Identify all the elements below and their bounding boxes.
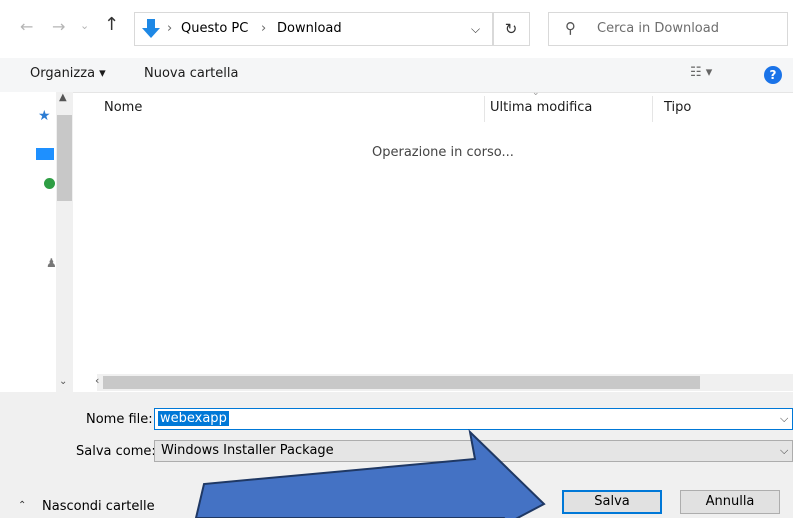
chevron-down-icon[interactable]: ⌵ xyxy=(780,412,788,426)
loading-status: Operazione in corso... xyxy=(372,145,514,160)
address-field[interactable]: › Questo PC › Download ⌵ xyxy=(134,12,494,46)
scroll-left-icon[interactable]: ‹ xyxy=(95,374,99,387)
help-icon[interactable]: ? xyxy=(764,66,782,84)
breadcrumb-separator: › xyxy=(167,21,173,36)
filename-value: webexapp xyxy=(158,411,229,426)
onedrive-icon[interactable] xyxy=(44,178,55,189)
filename-field[interactable]: webexapp xyxy=(154,408,793,430)
address-bar-row: ← → ⌄ ↑ › Questo PC › Download ⌵ ↻ ⚲ Cer… xyxy=(0,0,793,58)
search-placeholder: Cerca in Download xyxy=(597,21,719,36)
breadcrumb-separator: › xyxy=(261,21,267,36)
new-folder-button[interactable]: Nuova cartella xyxy=(144,66,238,81)
back-arrow-icon[interactable]: ← xyxy=(20,17,33,36)
nav-scroll-thumb[interactable] xyxy=(57,115,72,201)
breadcrumb-item[interactable]: Questo PC xyxy=(181,21,248,36)
horizontal-scroll-thumb[interactable] xyxy=(103,376,700,389)
hide-folders-button[interactable]: Nascondi cartelle xyxy=(42,499,155,514)
search-field[interactable]: ⚲ Cerca in Download xyxy=(548,12,788,46)
save-button[interactable]: Salva xyxy=(562,490,662,514)
column-divider[interactable] xyxy=(652,96,653,122)
download-folder-icon xyxy=(142,19,160,38)
savetype-label: Salva come: xyxy=(76,444,156,459)
view-icon[interactable]: ☷ ▾ xyxy=(690,65,712,80)
scroll-up-icon[interactable]: ▲ xyxy=(59,92,67,103)
chevron-down-icon[interactable]: ⌵ xyxy=(471,22,480,37)
forward-arrow-icon[interactable]: → xyxy=(52,17,65,36)
toolbar: Organizza ▾ Nuova cartella ☷ ▾ ? xyxy=(0,58,793,93)
up-arrow-icon[interactable]: ↑ xyxy=(104,14,119,35)
scroll-down-icon[interactable]: ⌄ xyxy=(59,376,67,387)
quick-access-star-icon[interactable]: ★ xyxy=(38,108,51,124)
organize-button[interactable]: Organizza ▾ xyxy=(30,66,106,81)
chevron-up-icon[interactable]: ⌃ xyxy=(18,500,26,511)
filename-label: Nome file: xyxy=(86,412,153,427)
column-header-modified[interactable]: Ultima modifica xyxy=(490,100,592,115)
save-form: Nome file: webexapp ⌵ Salva come: Window… xyxy=(0,392,793,518)
column-header-type[interactable]: Tipo xyxy=(664,100,691,115)
column-divider[interactable] xyxy=(484,96,485,122)
chevron-down-icon[interactable]: ⌵ xyxy=(780,444,788,458)
desktop-icon[interactable] xyxy=(36,148,54,160)
breadcrumb-item[interactable]: Download xyxy=(277,21,342,36)
cancel-button[interactable]: Annulla xyxy=(680,490,780,514)
search-icon: ⚲ xyxy=(565,19,576,37)
savetype-select[interactable]: Windows Installer Package xyxy=(154,440,793,462)
recent-dropdown-icon[interactable]: ⌄ xyxy=(80,19,89,32)
savetype-value: Windows Installer Package xyxy=(161,443,334,458)
column-header-name[interactable]: Nome xyxy=(104,100,142,115)
sort-indicator-icon: ⌄ xyxy=(532,88,540,98)
refresh-icon[interactable]: ↻ xyxy=(492,12,530,46)
